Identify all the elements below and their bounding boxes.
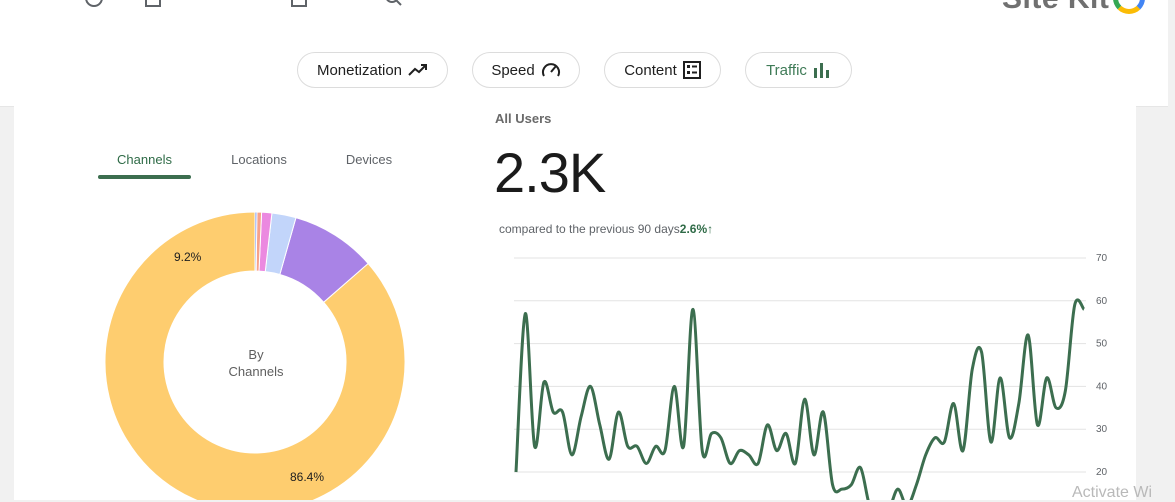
speedometer-icon xyxy=(541,61,561,79)
metric-value: 2.3K xyxy=(494,141,606,204)
top-header: Site Kit Monetization Speed Content Traf… xyxy=(0,0,1168,107)
channels-breakdown: Channels Locations Devices 9.2% 86.4% By… xyxy=(14,106,494,500)
y-tick-label: 20 xyxy=(1096,467,1108,478)
donut-center-label: By Channels xyxy=(216,346,296,380)
pill-label: Monetization xyxy=(316,61,403,79)
y-tick-label: 60 xyxy=(1096,296,1108,307)
google-g-icon xyxy=(1113,0,1146,15)
metric-title: All Users xyxy=(495,111,552,126)
search-icon[interactable] xyxy=(384,0,404,13)
donut-slice-5[interactable] xyxy=(254,211,258,272)
y-tick-label: 40 xyxy=(1096,381,1108,392)
users-line-chart: 70 60 50 40 30 20 xyxy=(514,253,1108,500)
y-tick-label: 30 xyxy=(1096,424,1108,435)
slice-label-secondary: 9.2% xyxy=(174,250,202,264)
help-circle-icon[interactable] xyxy=(84,0,104,13)
date-range-icon[interactable] xyxy=(144,0,162,13)
center-label-line-1: By xyxy=(248,347,264,362)
pill-label: Content xyxy=(624,61,677,79)
y-tick-label: 70 xyxy=(1096,253,1108,264)
users-series-line[interactable] xyxy=(514,298,1086,500)
comparison-text: compared to the previous 90 days2.6%↑ xyxy=(499,222,713,236)
calendar-icon[interactable] xyxy=(290,0,308,13)
pill-label: Speed xyxy=(491,61,535,79)
channels-donut-chart xyxy=(104,211,406,500)
center-label-line-2: Channels xyxy=(228,364,284,379)
delta-value: 2.6% xyxy=(679,222,708,236)
pill-label: Traffic xyxy=(766,61,807,79)
windows-activation-watermark: Activate Wi xyxy=(1072,484,1153,501)
bar-chart-icon xyxy=(813,62,831,78)
compare-label: compared to the previous 90 days xyxy=(499,222,680,236)
focus-pill-monetization[interactable]: Monetization xyxy=(297,52,448,88)
focus-pill-content[interactable]: Content xyxy=(604,52,721,88)
list-content-icon xyxy=(682,61,701,79)
y-tick-label: 50 xyxy=(1096,339,1108,350)
arrow-up-icon: ↑ xyxy=(707,222,714,236)
site-kit-logo: Site Kit xyxy=(1002,0,1146,16)
brand-text: Site Kit xyxy=(1002,0,1109,15)
focus-pill-speed[interactable]: Speed xyxy=(472,52,580,88)
traffic-card: Channels Locations Devices 9.2% 86.4% By… xyxy=(14,106,1136,500)
slice-label-primary: 86.4% xyxy=(290,470,325,484)
trending-up-icon xyxy=(408,63,428,77)
focus-pill-traffic[interactable]: Traffic xyxy=(745,52,852,88)
